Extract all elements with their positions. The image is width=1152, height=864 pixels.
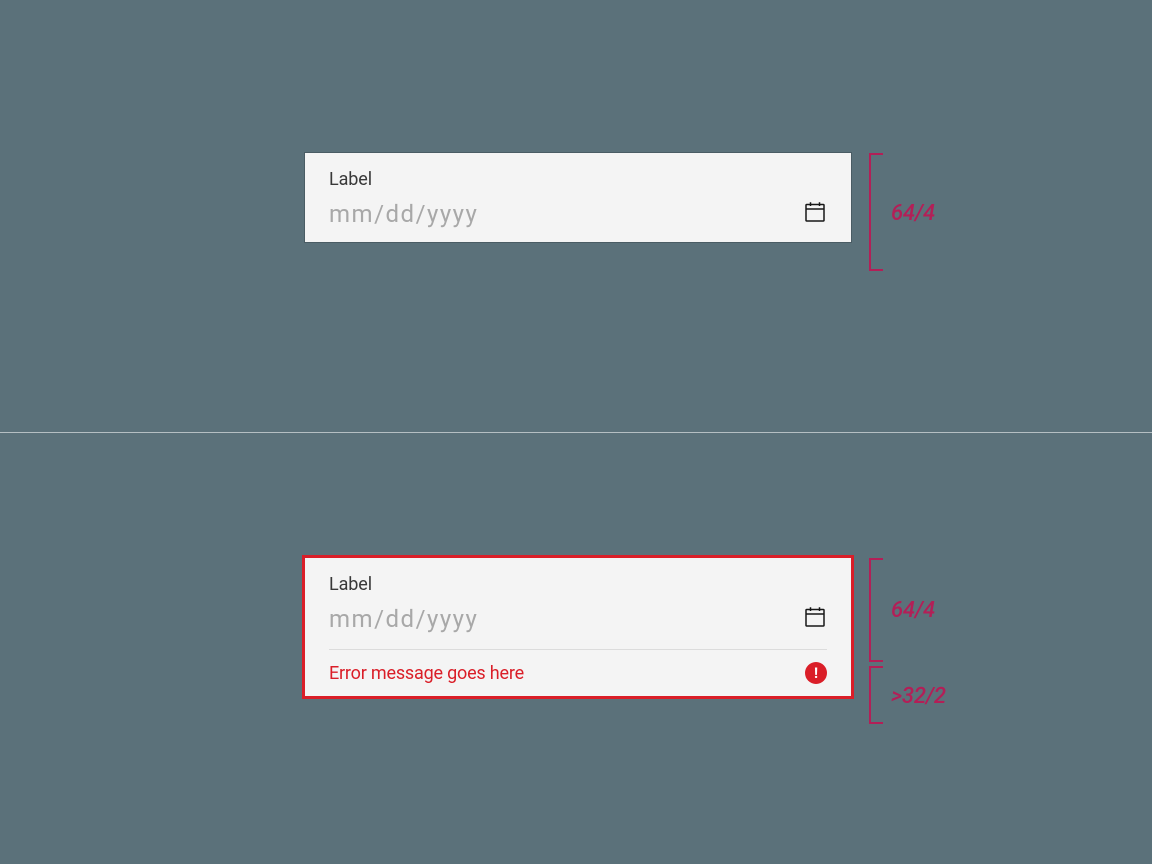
date-picker-default[interactable]: Label mm/dd/yyyy [305, 153, 851, 242]
date-picker-error[interactable]: Label mm/dd/yyyy Error message goes here… [305, 558, 851, 696]
error-row: Error message goes here ! [329, 662, 827, 684]
dimension-value: >32/2 [891, 684, 946, 709]
error-message: Error message goes here [329, 663, 524, 684]
calendar-icon[interactable] [803, 605, 827, 633]
dimension-annotation: 64/4 >32/2 [851, 558, 1021, 696]
section-divider [0, 432, 1152, 433]
date-input-placeholder[interactable]: mm/dd/yyyy [329, 605, 478, 633]
field-label: Label [329, 574, 827, 595]
field-label: Label [329, 169, 827, 190]
field-divider [329, 649, 827, 650]
dimension-annotation: 64/4 [851, 153, 1021, 242]
calendar-icon[interactable] [803, 200, 827, 228]
dimension-value: 64/4 [891, 598, 935, 623]
date-input-placeholder[interactable]: mm/dd/yyyy [329, 200, 478, 228]
dimension-value: 64/4 [891, 201, 935, 226]
warning-filled-icon: ! [805, 662, 827, 684]
